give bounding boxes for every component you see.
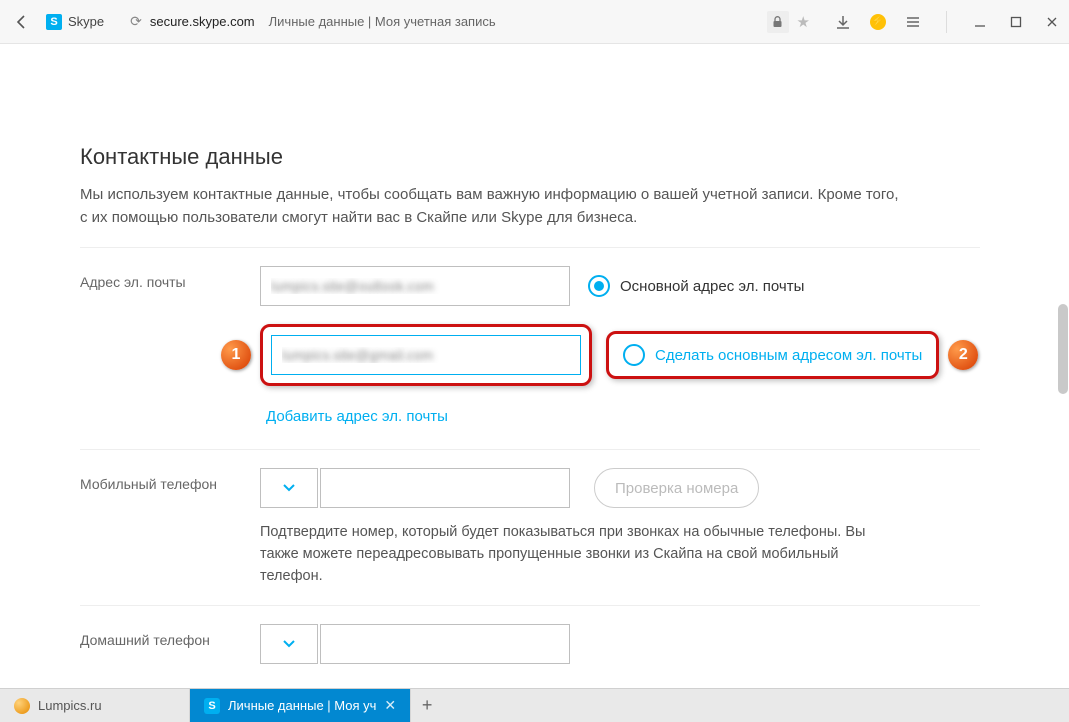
make-primary-radio[interactable]: Сделать основным адресом эл. почты bbox=[623, 344, 922, 366]
mobile-label: Мобильный телефон bbox=[80, 468, 260, 492]
tab-lumpics[interactable]: Lumpics.ru bbox=[0, 689, 190, 722]
primary-email-input[interactable] bbox=[260, 266, 570, 306]
verify-number-button[interactable]: Проверка номера bbox=[594, 468, 759, 508]
home-country-select[interactable] bbox=[260, 624, 318, 664]
mobile-country-select[interactable] bbox=[260, 468, 318, 508]
extension-icon[interactable]: ⚡ bbox=[870, 14, 886, 30]
callout-badge-2: 2 bbox=[948, 340, 978, 370]
toolbar-icons: ⚡ bbox=[834, 11, 1061, 33]
section-description: Мы используем контактные данные, чтобы с… bbox=[80, 184, 900, 229]
divider bbox=[80, 247, 980, 248]
page-content: Контактные данные Мы используем контактн… bbox=[0, 44, 1069, 674]
downloads-icon[interactable] bbox=[834, 13, 852, 31]
secondary-email-line: 1 2 Сделать основным адресом эл. почты bbox=[260, 324, 980, 386]
address-actions: ★ bbox=[767, 11, 810, 33]
primary-email-radio[interactable]: Основной адрес эл. почты bbox=[588, 275, 804, 297]
add-email-link[interactable]: Добавить адрес эл. почты bbox=[260, 404, 448, 431]
address-bar[interactable]: ⟳ secure.skype.com Личные данные | Моя у… bbox=[120, 9, 506, 34]
radio-checked-icon bbox=[588, 275, 610, 297]
home-label: Домашний телефон bbox=[80, 624, 260, 648]
close-window-button[interactable] bbox=[1043, 13, 1061, 31]
skype-favicon-icon: S bbox=[204, 698, 220, 714]
url-host: secure.skype.com bbox=[150, 14, 255, 29]
site-label: S Skype bbox=[46, 14, 104, 30]
page-title-in-bar: Личные данные | Моя учетная запись bbox=[269, 14, 496, 29]
minimize-button[interactable] bbox=[971, 13, 989, 31]
primary-email-line: Основной адрес эл. почты bbox=[260, 266, 980, 306]
callout-2-box: 2 Сделать основным адресом эл. почты bbox=[606, 331, 939, 379]
email-label: Адрес эл. почты bbox=[80, 266, 260, 290]
callout-badge-1: 1 bbox=[221, 340, 251, 370]
chevron-down-icon bbox=[283, 640, 295, 648]
mobile-number-input[interactable] bbox=[320, 468, 570, 508]
divider bbox=[80, 449, 980, 450]
tab-bar: Lumpics.ru S Личные данные | Моя уч ✕ + bbox=[0, 688, 1069, 722]
tab-skype-active[interactable]: S Личные данные | Моя уч ✕ bbox=[190, 689, 411, 722]
tab-skype-label: Личные данные | Моя уч bbox=[228, 698, 376, 713]
menu-icon[interactable] bbox=[904, 13, 922, 31]
tab-lumpics-label: Lumpics.ru bbox=[38, 698, 102, 713]
primary-radio-label: Основной адрес эл. почты bbox=[620, 278, 804, 295]
chevron-down-icon bbox=[283, 484, 295, 492]
new-tab-button[interactable]: + bbox=[411, 689, 443, 722]
divider bbox=[80, 605, 980, 606]
browser-toolbar: S Skype ⟳ secure.skype.com Личные данные… bbox=[0, 0, 1069, 44]
home-number-input[interactable] bbox=[320, 624, 570, 664]
skype-favicon-icon: S bbox=[46, 14, 62, 30]
maximize-button[interactable] bbox=[1007, 13, 1025, 31]
site-name: Skype bbox=[68, 14, 104, 29]
bookmark-star-icon[interactable]: ★ bbox=[797, 13, 810, 31]
radio-unchecked-icon bbox=[623, 344, 645, 366]
email-row: Адрес эл. почты Основной адрес эл. почты… bbox=[80, 266, 980, 431]
mobile-description: Подтвердите номер, который будет показыв… bbox=[260, 522, 900, 587]
scrollbar-thumb[interactable] bbox=[1058, 304, 1068, 394]
callout-1-box: 1 bbox=[260, 324, 592, 386]
lumpics-favicon-icon bbox=[14, 698, 30, 714]
mobile-inputs: Проверка номера bbox=[260, 468, 980, 508]
tab-close-icon[interactable]: ✕ bbox=[384, 697, 396, 714]
secondary-email-input[interactable] bbox=[271, 335, 581, 375]
back-button[interactable] bbox=[8, 8, 36, 36]
lock-icon[interactable] bbox=[767, 11, 789, 33]
home-inputs bbox=[260, 624, 980, 664]
mobile-phone-row: Мобильный телефон Проверка номера Подтве… bbox=[80, 468, 980, 587]
home-phone-row: Домашний телефон bbox=[80, 624, 980, 664]
reload-icon[interactable]: ⟳ bbox=[130, 13, 142, 30]
section-title: Контактные данные bbox=[80, 144, 960, 170]
make-primary-label: Сделать основным адресом эл. почты bbox=[655, 347, 922, 364]
